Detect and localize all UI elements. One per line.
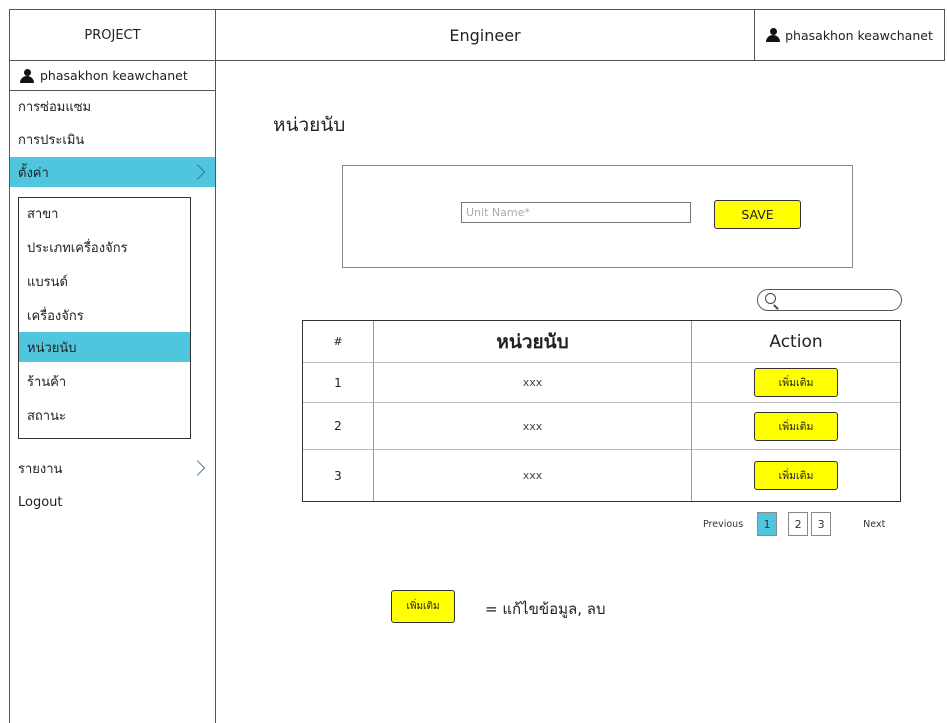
submenu-item-shop[interactable]: ร้านค้า [19,366,190,396]
header-user[interactable]: phasakhon keawchanet [754,9,945,61]
table-cell-num: 2 [303,402,373,449]
table-header-num: # [333,335,343,348]
page-title: หน่วยนับ [273,114,346,136]
project-header: PROJECT [9,9,216,61]
table-cell-action: เพิ่มเติม [691,449,900,501]
table-cell-unit: xxx [373,449,691,501]
table-header-unit: หน่วยนับ [373,321,691,362]
submenu-item-label: เครื่องจักร [27,308,84,324]
table-cell-num: 3 [303,449,373,501]
sidebar-item-logout[interactable]: Logout [10,487,215,517]
chevron-right-icon [189,164,206,180]
legend-more-button: เพิ่มเติม [391,590,455,623]
settings-submenu: สาขา ประเภทเครื่องจักร แบรนด์ เครื่องจัก… [18,197,191,439]
sidebar: phasakhon keawchanet การซ่อมแซม การประเม… [9,60,216,723]
search-icon [765,293,776,304]
sidebar-item-label: รายงาน [18,461,63,477]
pagination-page-1[interactable]: 1 [757,512,778,536]
unit-table: # หน่วยนับ Action 1 xxx เพิ่มเติม 2 xxx … [302,320,901,502]
project-label: PROJECT [84,27,141,43]
sidebar-item-evaluation[interactable]: การประเมิน [10,124,215,154]
submenu-item-status[interactable]: สถานะ [19,400,190,430]
sidebar-item-label: การซ่อมแซม [18,99,92,115]
sidebar-item-label: การประเมิน [18,132,85,148]
user-icon [766,28,781,42]
legend-text: = แก้ไขข้อมูล, ลบ [485,600,606,618]
submenu-item-label: หน่วยนับ [27,340,77,356]
sidebar-user-name: phasakhon keawchanet [40,68,188,83]
more-button[interactable]: เพิ่มเติม [754,411,838,441]
submenu-item-label: สถานะ [27,408,66,424]
submenu-item-label: ร้านค้า [27,374,67,390]
header-title: Engineer [449,25,521,45]
sidebar-item-label: Logout [18,494,63,510]
pagination-page-2[interactable]: 2 [788,512,809,536]
sidebar-item-report[interactable]: รายงาน [10,453,215,483]
page-header: Engineer [215,9,755,61]
submenu-item-machine-type[interactable]: ประเภทเครื่องจักร [19,232,190,262]
table-cell-unit: xxx [373,362,691,402]
save-button[interactable]: SAVE [714,200,801,229]
table-cell-action: เพิ่มเติม [691,402,900,449]
table-cell-num: 1 [303,362,373,402]
more-button[interactable]: เพิ่มเติม [754,461,838,490]
header-user-name: phasakhon keawchanet [785,27,933,43]
unit-name-input[interactable] [461,202,691,223]
sidebar-user: phasakhon keawchanet [10,61,215,91]
submenu-item-branch[interactable]: สาขา [19,198,190,228]
submenu-item-label: ประเภทเครื่องจักร [27,240,128,256]
more-button[interactable]: เพิ่มเติม [754,368,838,397]
submenu-item-machine[interactable]: เครื่องจักร [19,300,190,330]
sidebar-item-repair[interactable]: การซ่อมแซม [10,91,215,121]
table-header-action: Action [691,321,900,362]
pagination: Previous 1 2 3 Next [703,512,885,536]
submenu-item-label: แบรนด์ [27,274,68,290]
table-cell-unit: xxx [373,402,691,449]
submenu-item-unit[interactable]: หน่วยนับ [19,332,190,362]
pagination-page-3[interactable]: 3 [811,512,832,536]
user-icon [20,68,34,83]
search-input[interactable] [757,289,902,311]
pagination-next[interactable]: Next [863,519,885,530]
submenu-item-label: สาขา [27,206,59,222]
pagination-previous[interactable]: Previous [703,519,743,530]
table-cell-action: เพิ่มเติม [691,362,900,402]
submenu-item-brand[interactable]: แบรนด์ [19,266,190,296]
sidebar-item-label: ตั้งค่า [18,165,49,181]
unit-form: SAVE [342,165,853,268]
sidebar-item-settings[interactable]: ตั้งค่า [10,157,215,187]
chevron-right-icon [189,460,206,476]
